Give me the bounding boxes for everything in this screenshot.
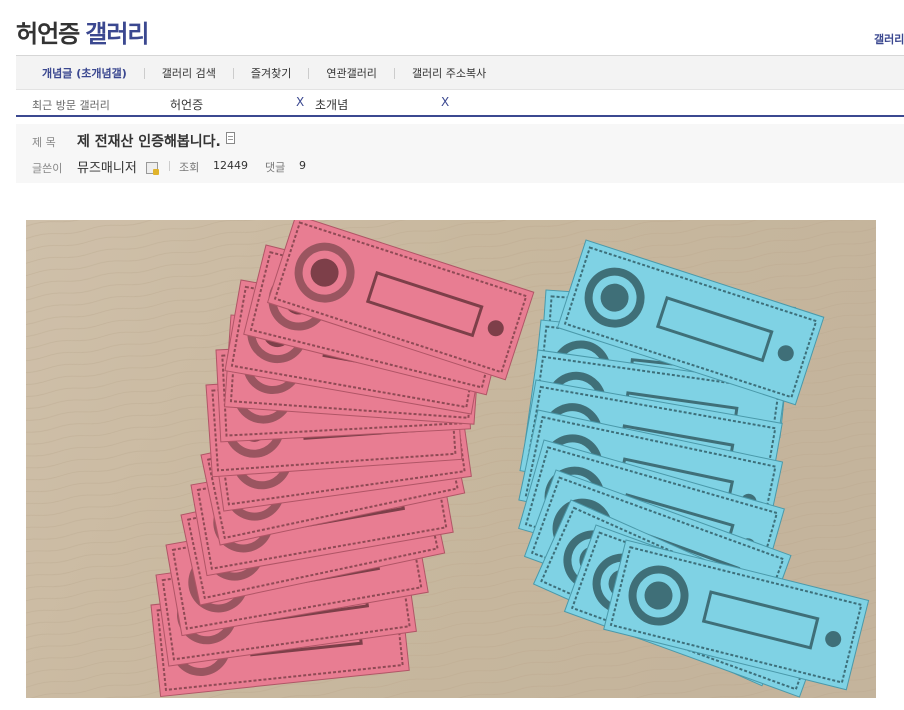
recent-galleries-bar: 최근 방문 갤러리 허언증 X 초개념 X: [16, 90, 904, 117]
tab-related-galleries[interactable]: 연관갤러리: [309, 65, 394, 81]
close-icon[interactable]: X: [441, 95, 449, 109]
views-count: 12449: [213, 159, 248, 172]
views-label: 조회: [179, 161, 200, 174]
gallery-title[interactable]: 허언증 갤러리: [16, 14, 150, 49]
tab-gallery-search[interactable]: 갤러리 검색: [145, 65, 233, 81]
comments-count[interactable]: 9: [299, 159, 306, 172]
recent-galleries-label: 최근 방문 갤러리: [32, 99, 110, 112]
recent-gallery-item[interactable]: 초개념: [315, 96, 348, 113]
tab-concept-posts[interactable]: 개념글 (초개념갤): [16, 65, 144, 81]
tab-copy-address[interactable]: 갤러리 주소복사: [395, 65, 503, 81]
writer-label: 글쓴이: [32, 162, 63, 175]
gallery-link[interactable]: 갤러리: [874, 31, 904, 47]
close-icon[interactable]: X: [296, 95, 304, 109]
post-header: 제 목 제 전재산 인증해봅니다. 글쓴이 뮤즈매니저 조회 12449 댓글 …: [16, 124, 904, 183]
play-money-photo: [26, 220, 876, 698]
recent-gallery-item[interactable]: 허언증: [170, 96, 203, 113]
tab-favorites[interactable]: 즐겨찾기: [234, 65, 308, 81]
manager-icon: [146, 162, 159, 175]
gallery-title-prefix: 허언증: [16, 20, 80, 48]
comments-label: 댓글: [265, 161, 286, 174]
gallery-title-suffix: 갤러리: [85, 20, 149, 48]
meta-divider: [169, 161, 170, 171]
post-writer[interactable]: 뮤즈매니저: [77, 157, 137, 176]
subject-label: 제 목: [32, 136, 56, 149]
post-subject: 제 전재산 인증해봅니다.: [77, 134, 221, 150]
post-photo[interactable]: [26, 220, 876, 698]
gallery-tabbar: 개념글 (초개념갤) 갤러리 검색 즐겨찾기 연관갤러리 갤러리 주소복사: [16, 55, 904, 90]
document-icon: [226, 132, 235, 144]
